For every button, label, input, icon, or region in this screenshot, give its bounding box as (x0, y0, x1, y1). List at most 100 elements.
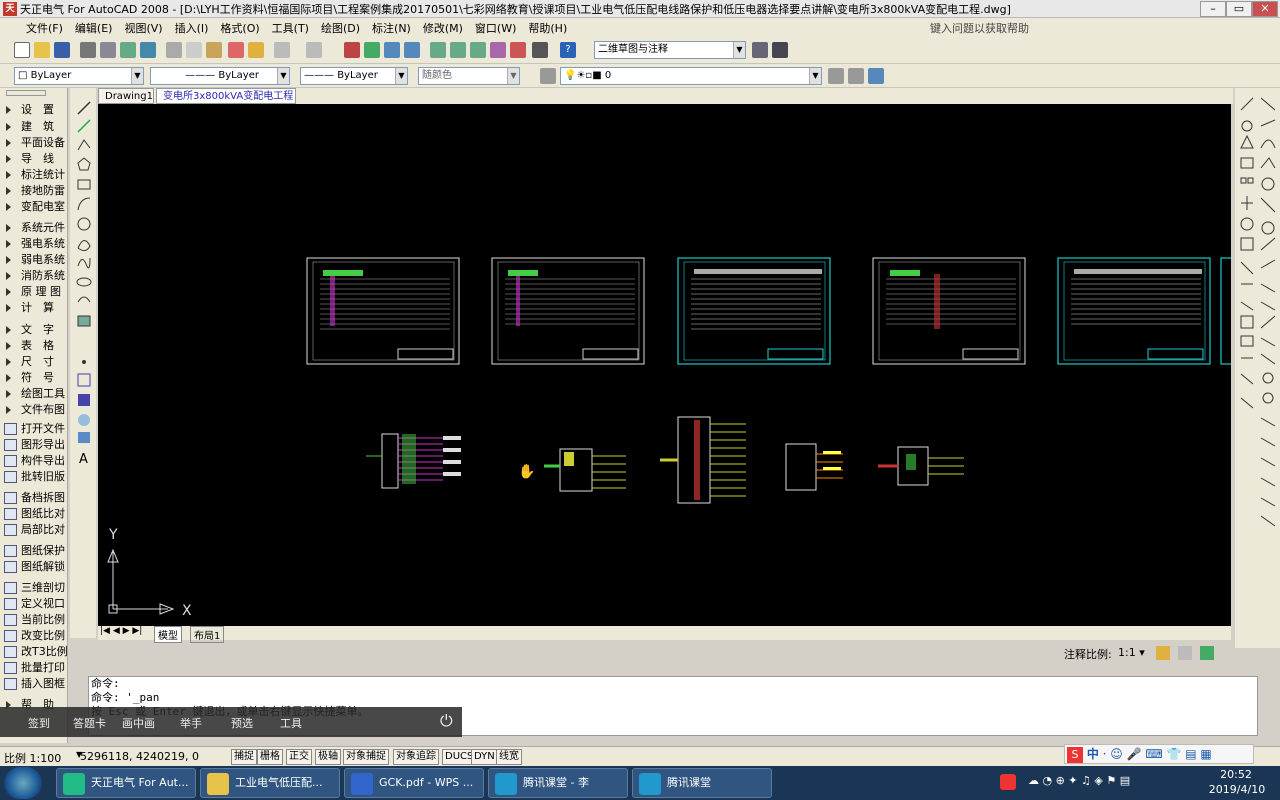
menu-item-0[interactable]: 文件(F) (20, 20, 69, 36)
block-editor-icon[interactable] (248, 42, 264, 58)
task-tencent-class-2[interactable]: 腾讯课堂 (632, 768, 772, 798)
pan-icon[interactable] (344, 42, 360, 58)
sheet-set-icon[interactable] (490, 42, 506, 58)
menu-item-4[interactable]: 格式(O) (214, 20, 265, 36)
status-toggle-1[interactable]: 栅格 (257, 749, 283, 765)
properties-icon[interactable] (430, 42, 446, 58)
status-toggle-3[interactable]: 极轴 (315, 749, 341, 765)
start-button[interactable] (4, 767, 42, 799)
sidebar-item-4[interactable]: 标注统计 (0, 167, 68, 183)
sidebar-item-34[interactable]: 插入图框 (0, 676, 68, 692)
ime-mode[interactable]: 中 (1087, 747, 1099, 761)
redo-icon[interactable] (306, 42, 322, 58)
tools-button[interactable]: 工具 (280, 715, 302, 731)
sidebar-item-31[interactable]: 改变比例 (0, 628, 68, 644)
sidebar-item-26[interactable]: 图纸保护 (0, 543, 68, 559)
print-icon[interactable] (80, 42, 96, 58)
preview-button[interactable]: 预选 (231, 715, 253, 731)
sidebar-item-25[interactable]: 局部比对 (0, 522, 68, 538)
menu-item-7[interactable]: 标注(N) (366, 20, 417, 36)
sidebar-item-2[interactable]: 平面设备 (0, 135, 68, 151)
sidebar-item-20[interactable]: 图形导出 (0, 437, 68, 453)
ime-bar[interactable]: S 中 · ☺ 🎤 ⌨ 👕 ▤ ▦ (1064, 744, 1254, 764)
sidebar-item-22[interactable]: 批转旧版 (0, 469, 68, 485)
tab-active-drawing[interactable]: 变电所3x800kVA变配电工程 (156, 88, 296, 104)
tab-scroll-arrows[interactable]: |◀ ◀ ▶ ▶| (100, 626, 142, 636)
tool-palettes-icon[interactable] (470, 42, 486, 58)
layer-manager-icon[interactable] (540, 68, 556, 84)
status-toggle-2[interactable]: 正交 (286, 749, 312, 765)
sidebar-item-16[interactable]: 符 号 (0, 370, 68, 386)
match-properties-icon[interactable] (228, 42, 244, 58)
sogou-tray-icon[interactable] (1000, 774, 1016, 790)
sidebar-item-28[interactable]: 三维剖切 (0, 580, 68, 596)
tab-drawing1[interactable]: Drawing1 (98, 88, 154, 104)
pip-button[interactable]: 画中画 (122, 715, 155, 731)
status-toggle-8[interactable]: 线宽 (496, 749, 522, 765)
clock-date[interactable]: 2019/4/10 (1202, 783, 1272, 796)
calculator-icon[interactable] (532, 42, 548, 58)
tab-layout1[interactable]: 布局1 (190, 626, 225, 643)
clock-time[interactable]: 20:52 (1216, 768, 1256, 781)
help-icon[interactable]: ? (560, 42, 576, 58)
layer-states-icon[interactable] (868, 68, 884, 84)
zoom-realtime-icon[interactable] (364, 42, 380, 58)
sidebar-item-12[interactable]: 计 算 (0, 300, 68, 316)
sidebar-item-14[interactable]: 表 格 (0, 338, 68, 354)
power-icon[interactable]: ⏻ (440, 711, 453, 731)
sidebar-grip[interactable] (6, 90, 46, 96)
sidebar-item-7[interactable]: 系统元件 (0, 220, 68, 236)
make-current-layer-icon[interactable] (828, 68, 844, 84)
sidebar-item-19[interactable]: 打开文件 (0, 421, 68, 437)
sidebar-item-10[interactable]: 消防系统 (0, 268, 68, 284)
open-folder-icon[interactable] (34, 42, 50, 58)
menu-item-2[interactable]: 视图(V) (118, 20, 168, 36)
sidebar-item-15[interactable]: 尺 寸 (0, 354, 68, 370)
sidebar-item-21[interactable]: 构件导出 (0, 453, 68, 469)
sidebar-item-24[interactable]: 图纸比对 (0, 506, 68, 522)
sidebar-item-8[interactable]: 强电系统 (0, 236, 68, 252)
plot-icon[interactable] (140, 42, 156, 58)
sidebar-item-18[interactable]: 文件布图 (0, 402, 68, 418)
sidebar-item-23[interactable]: 备档拆图 (0, 490, 68, 506)
raise-hand-button[interactable]: 举手 (180, 715, 202, 731)
lineweight-select[interactable]: ——— ByLayer ▼ (300, 67, 408, 85)
help-search-input[interactable]: 键入问题以获取帮助 (930, 20, 1120, 36)
task-autocad[interactable]: 天正电气 For Aut... (56, 768, 196, 798)
status-toggle-4[interactable]: 对象捕捉 (343, 749, 389, 765)
layer-previous-icon[interactable] (848, 68, 864, 84)
sidebar-item-32[interactable]: 改T3比例 (0, 644, 68, 660)
sidebar-item-30[interactable]: 当前比例 (0, 612, 68, 628)
menu-item-1[interactable]: 编辑(E) (69, 20, 119, 36)
menu-item-3[interactable]: 插入(I) (169, 20, 215, 36)
sidebar-item-11[interactable]: 原 理 图 (0, 284, 68, 300)
app-icon[interactable]: 天 (3, 2, 17, 16)
workspace-settings-icon[interactable] (752, 42, 768, 58)
zoom-previous-icon[interactable] (404, 42, 420, 58)
layer-select[interactable]: 💡☀▫■ 0 ▼ (560, 67, 822, 85)
close-button[interactable]: ✕ (1252, 1, 1278, 17)
sidebar-item-33[interactable]: 批量打印 (0, 660, 68, 676)
auto-scale-icon[interactable] (1178, 646, 1192, 660)
sidebar-item-1[interactable]: 建 筑 (0, 119, 68, 135)
publish-icon[interactable] (120, 42, 136, 58)
checkin-button[interactable]: 签到 (28, 715, 50, 731)
new-file-icon[interactable] (14, 42, 30, 58)
sidebar-item-17[interactable]: 绘图工具 (0, 386, 68, 402)
minimize-button[interactable]: – (1200, 1, 1226, 17)
task-folder[interactable]: 工业电气低压配... (200, 768, 340, 798)
drawing-canvas[interactable]: ✋ Y X (98, 104, 1231, 626)
markup-icon[interactable] (510, 42, 526, 58)
menu-item-10[interactable]: 帮助(H) (522, 20, 573, 36)
undo-icon[interactable] (274, 42, 290, 58)
sidebar-item-27[interactable]: 图纸解锁 (0, 559, 68, 575)
menu-item-9[interactable]: 窗口(W) (469, 20, 522, 36)
drawing-scale[interactable]: 比例 1:100 (4, 750, 61, 766)
linetype-select[interactable]: ——— ByLayer ▼ (150, 67, 290, 85)
sidebar-item-29[interactable]: 定义视口 (0, 596, 68, 612)
plotstyle-select[interactable]: 随颜色 ▼ (418, 67, 520, 85)
task-wps[interactable]: GCK.pdf - WPS ... (344, 768, 484, 798)
sidebar-item-6[interactable]: 变配电室 (0, 199, 68, 215)
menu-item-6[interactable]: 绘图(D) (315, 20, 366, 36)
task-tencent-class-1[interactable]: 腾讯课堂 - 李 (488, 768, 628, 798)
